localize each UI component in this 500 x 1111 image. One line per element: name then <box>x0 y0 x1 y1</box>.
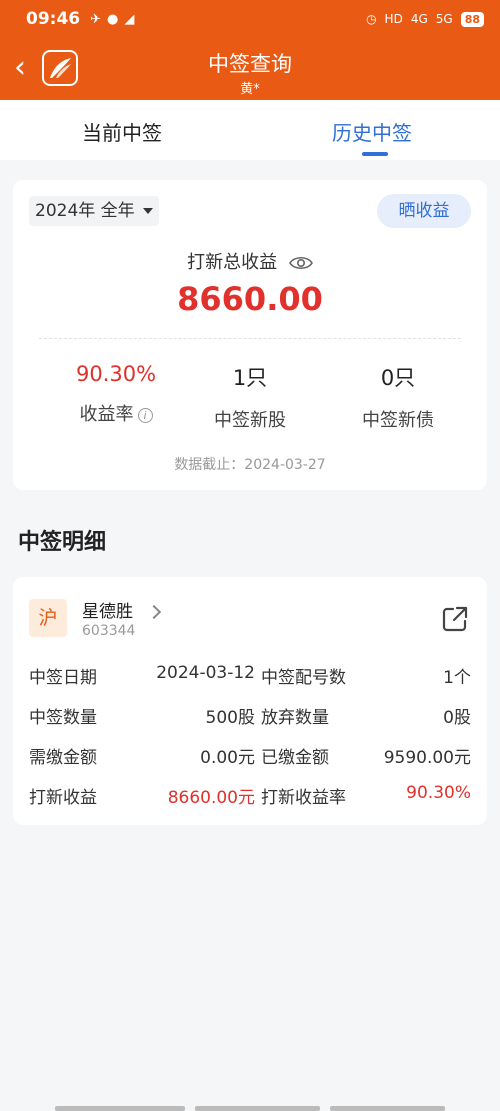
page-subtitle: 黄* <box>240 82 260 97</box>
status-right: ◷ HD 4G 5G 88 <box>366 11 484 27</box>
total-profit-value: 8660.00 <box>177 280 323 318</box>
eye-icon[interactable] <box>288 255 313 271</box>
field-value: 1个 <box>443 668 471 688</box>
total-profit-label: 打新总收益 <box>187 252 278 273</box>
stat-value: 90.30% <box>75 362 157 386</box>
record-row: 中签数量 500股 放弃数量 0股 <box>29 703 471 728</box>
info-icon[interactable]: i <box>137 407 153 423</box>
chat-icon: ● <box>107 11 119 27</box>
hd-indicator: HD <box>384 12 403 26</box>
status-bar: 09:46 ✈ ● ◢ ◷ HD 4G 5G 88 <box>0 0 500 38</box>
notification-icon: ✈ <box>90 11 102 27</box>
field-label: 中签日期 <box>29 668 97 688</box>
nav-handle-left <box>55 1106 185 1111</box>
stock-code: 603344 <box>82 623 136 639</box>
field-label: 打新收益 <box>29 788 97 808</box>
tab-bar: 当前中签 历史中签 <box>0 100 500 160</box>
detail-section-title: 中签明细 <box>18 530 107 555</box>
allotment-record-card: 沪 星德胜 603344 中签日期 2024-03-12 中签配号数 1个 中签… <box>13 577 487 825</box>
page-title: 中签查询 <box>208 52 292 76</box>
stat-value: 0只 <box>380 366 416 390</box>
status-time: 09:46 <box>26 9 81 29</box>
notification-icons: ✈ ● ◢ <box>90 12 134 27</box>
field-label: 放弃数量 <box>261 708 329 728</box>
field-value: 500股 <box>205 708 255 728</box>
active-tab-indicator <box>362 152 388 156</box>
field-value: 0.00元 <box>200 748 255 768</box>
divider <box>39 338 461 339</box>
tab-history-allotment[interactable]: 历史中签 <box>332 117 412 146</box>
field-label: 需缴金额 <box>29 748 97 768</box>
chevron-down-icon <box>142 208 153 214</box>
record-row: 打新收益 8660.00元 打新收益率 90.30% <box>29 783 471 808</box>
app-header: ‹ 中签查询 黄* <box>0 38 500 100</box>
field-label: 打新收益率 <box>261 788 346 808</box>
field-value: 9590.00元 <box>383 748 471 768</box>
field-label: 中签数量 <box>29 708 97 728</box>
stat-return-rate: 90.30% 收益率 i <box>41 362 191 426</box>
stat-allotted-bonds: 0只 中签新债 <box>323 362 473 432</box>
battery-indicator: 88 <box>460 11 484 27</box>
field-label: 已缴金额 <box>261 748 329 768</box>
field-label: 中签配号数 <box>261 668 346 688</box>
period-label: 2024年 全年 <box>35 201 135 221</box>
signal-5g: 5G <box>435 12 453 26</box>
market-badge: 沪 <box>29 599 67 637</box>
alarm-icon: ◷ <box>366 12 377 26</box>
nav-handle-center <box>195 1106 320 1111</box>
field-value: 90.30% <box>406 783 471 803</box>
summary-card: 2024年 全年 晒收益 打新总收益 8660.00 90.30% 收益率 i 1… <box>13 180 487 490</box>
signal-4g: 4G <box>410 12 428 26</box>
nav-handle-right <box>330 1106 445 1111</box>
stat-label-row: 收益率 i <box>41 400 191 426</box>
field-value: 0股 <box>443 708 471 728</box>
stock-name[interactable]: 星德胜 <box>82 597 133 622</box>
stat-value: 1只 <box>232 366 268 390</box>
period-selector[interactable]: 2024年 全年 <box>29 196 159 226</box>
stat-label: 收益率 <box>79 404 134 425</box>
stat-allotted-stocks: 1只 中签新股 <box>175 362 325 432</box>
stat-label: 中签新债 <box>362 410 434 431</box>
external-link-icon[interactable] <box>441 605 469 633</box>
record-row: 需缴金额 0.00元 已缴金额 9590.00元 <box>29 743 471 768</box>
field-value: 2024-03-12 <box>156 663 255 683</box>
total-profit-label-row: 打新总收益 <box>13 248 487 274</box>
data-cutoff-date: 数据截止：2024-03-27 <box>174 457 326 473</box>
chevron-right-icon[interactable] <box>146 604 162 620</box>
send-icon: ◢ <box>124 11 135 27</box>
record-row: 中签日期 2024-03-12 中签配号数 1个 <box>29 663 471 688</box>
tab-current-allotment[interactable]: 当前中签 <box>82 117 162 146</box>
stat-label: 中签新股 <box>214 410 286 431</box>
field-value: 8660.00元 <box>167 788 255 808</box>
share-profit-button[interactable]: 晒收益 <box>377 194 471 228</box>
